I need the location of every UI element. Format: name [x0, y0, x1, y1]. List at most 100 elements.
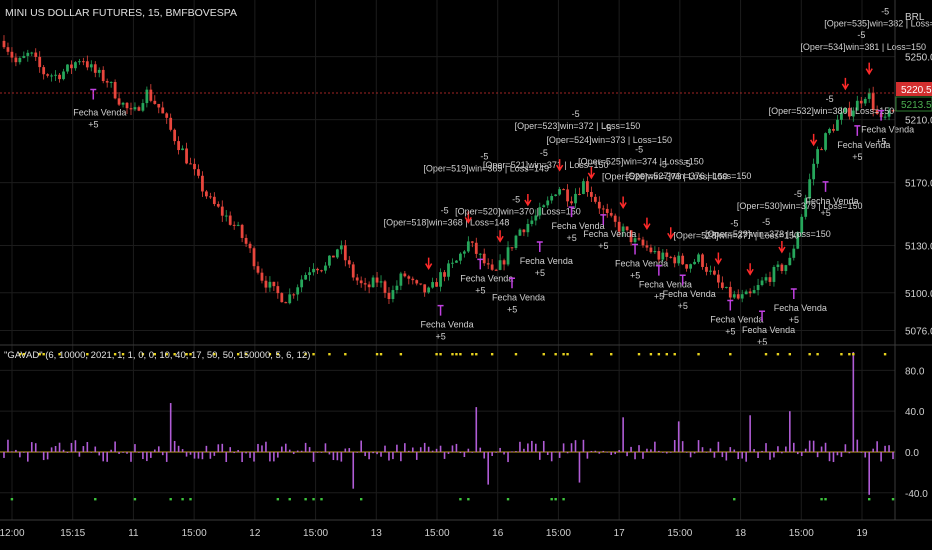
histogram-bar[interactable]: [550, 451, 553, 462]
histogram-bar[interactable]: [777, 446, 779, 452]
candle-body[interactable]: [748, 291, 752, 294]
histogram-bar[interactable]: [495, 451, 497, 453]
candle-body[interactable]: [347, 260, 351, 265]
candle-body[interactable]: [165, 113, 169, 118]
candle-body[interactable]: [101, 69, 105, 82]
candle-body[interactable]: [867, 92, 871, 99]
candle-body[interactable]: [439, 272, 442, 287]
histogram-bar[interactable]: [673, 440, 676, 452]
candle-body[interactable]: [268, 281, 272, 288]
histogram-bar[interactable]: [316, 451, 319, 453]
histogram-bar[interactable]: [638, 445, 640, 452]
candle-body[interactable]: [236, 224, 240, 226]
candle-body[interactable]: [443, 272, 446, 277]
candle-body[interactable]: [228, 215, 232, 225]
histogram-bar[interactable]: [46, 451, 49, 460]
candle-body[interactable]: [582, 181, 585, 194]
histogram-bar[interactable]: [225, 451, 228, 462]
candle-body[interactable]: [403, 273, 407, 277]
candle-body[interactable]: [589, 192, 593, 197]
candle-body[interactable]: [343, 245, 347, 261]
candle-body[interactable]: [784, 265, 788, 271]
histogram-bar[interactable]: [872, 448, 874, 452]
histogram-bar[interactable]: [538, 451, 541, 460]
candle-body[interactable]: [197, 169, 200, 176]
histogram-bar[interactable]: [376, 451, 378, 455]
candle-body[interactable]: [641, 239, 645, 246]
indicator-title[interactable]: "GAVAD" (6, 10000, 2021, 1, 1, 0, 0, 10,…: [4, 350, 310, 361]
candle-body[interactable]: [6, 47, 10, 52]
histogram-bar[interactable]: [511, 451, 513, 453]
candle-body[interactable]: [685, 264, 689, 269]
candle-body[interactable]: [332, 255, 335, 258]
candle-body[interactable]: [423, 284, 427, 293]
histogram-bar[interactable]: [503, 451, 505, 455]
histogram-bar[interactable]: [804, 448, 807, 452]
histogram-bar[interactable]: [757, 451, 759, 458]
candle-body[interactable]: [205, 191, 208, 197]
histogram-bar[interactable]: [15, 449, 17, 452]
candle-body[interactable]: [780, 264, 784, 271]
histogram-bar[interactable]: [415, 451, 418, 460]
histogram-bar[interactable]: [848, 451, 851, 454]
histogram-bar[interactable]: [868, 451, 871, 495]
candle-body[interactable]: [764, 277, 768, 281]
histogram-bar[interactable]: [741, 451, 743, 459]
candle-body[interactable]: [252, 248, 256, 267]
histogram-bar[interactable]: [507, 451, 509, 463]
histogram-bar[interactable]: [665, 451, 668, 454]
histogram-bar[interactable]: [265, 441, 267, 452]
histogram-bar[interactable]: [38, 451, 41, 453]
histogram-bar[interactable]: [761, 450, 763, 452]
candle-body[interactable]: [681, 255, 685, 265]
candle-body[interactable]: [673, 257, 677, 264]
histogram-bar[interactable]: [312, 451, 315, 462]
candle-body[interactable]: [181, 148, 184, 151]
candle-body[interactable]: [85, 61, 89, 68]
candle-body[interactable]: [526, 223, 530, 233]
histogram-bar[interactable]: [685, 451, 688, 453]
histogram-bar[interactable]: [217, 444, 220, 452]
histogram-bar[interactable]: [344, 448, 347, 452]
histogram-bar[interactable]: [570, 443, 573, 452]
candle-body[interactable]: [224, 215, 228, 217]
candle-body[interactable]: [232, 224, 236, 226]
candle-body[interactable]: [26, 52, 30, 56]
histogram-bar[interactable]: [34, 443, 37, 452]
histogram-bar[interactable]: [471, 451, 474, 453]
histogram-bar[interactable]: [451, 445, 454, 452]
histogram-bar[interactable]: [340, 451, 343, 462]
histogram-bar[interactable]: [233, 451, 235, 454]
histogram-bar[interactable]: [852, 352, 855, 452]
candle-body[interactable]: [93, 64, 97, 73]
candle-body[interactable]: [2, 40, 6, 48]
candle-body[interactable]: [863, 98, 867, 104]
histogram-bar[interactable]: [689, 451, 692, 458]
candle-body[interactable]: [375, 277, 379, 283]
histogram-bar[interactable]: [491, 451, 493, 457]
histogram-bar[interactable]: [392, 451, 394, 460]
histogram-bar[interactable]: [7, 439, 9, 452]
candle-body[interactable]: [494, 269, 498, 271]
histogram-bar[interactable]: [328, 451, 331, 455]
candle-body[interactable]: [859, 100, 863, 104]
histogram-bar[interactable]: [380, 451, 382, 457]
histogram-bar[interactable]: [431, 450, 434, 452]
candle-body[interactable]: [713, 270, 716, 275]
histogram-bar[interactable]: [527, 443, 529, 452]
histogram-bar[interactable]: [197, 451, 200, 459]
candle-body[interactable]: [482, 253, 486, 264]
histogram-bar[interactable]: [729, 447, 732, 452]
candle-body[interactable]: [141, 103, 145, 111]
histogram-bar[interactable]: [590, 450, 593, 452]
histogram-bar[interactable]: [840, 451, 843, 457]
candle-body[interactable]: [530, 220, 534, 224]
histogram-bar[interactable]: [546, 451, 549, 455]
candle-body[interactable]: [201, 175, 204, 192]
histogram-bar[interactable]: [320, 451, 323, 453]
candle-body[interactable]: [677, 255, 681, 264]
histogram-bar[interactable]: [820, 446, 823, 452]
histogram-bar[interactable]: [828, 451, 831, 462]
candle-body[interactable]: [137, 107, 141, 111]
histogram-bar[interactable]: [427, 446, 430, 452]
